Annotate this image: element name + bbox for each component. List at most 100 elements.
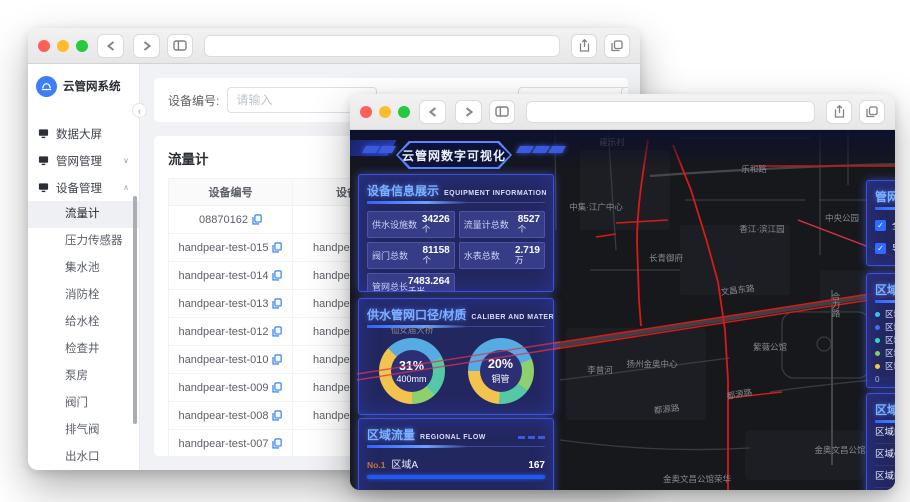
sidebar-submenu-item[interactable]: 压力传感器	[28, 228, 139, 255]
regional-peak-panel: 区域峰值 区域A 区域B	[866, 273, 895, 388]
sidebar-submenu-item[interactable]: 泵房	[28, 363, 139, 390]
submenu-item-label: 集水池	[65, 262, 100, 274]
submenu-item-label: 流量计	[65, 208, 100, 220]
address-bar[interactable]	[526, 100, 815, 123]
panel-title-en: EQUIPMENT INFORMATION	[444, 190, 547, 197]
legend-dot	[875, 363, 880, 369]
stat-label: 水表总数	[463, 251, 500, 261]
share-icon	[579, 39, 589, 52]
flow-region-row[interactable]: 区域B	[875, 422, 895, 444]
map-label: 李曾河	[587, 365, 613, 375]
checkbox-label: 全选	[892, 218, 895, 232]
copy-icon[interactable]	[272, 354, 283, 365]
device-id: handpear-test-008	[178, 409, 269, 422]
sidebar-toggle-button[interactable]	[167, 33, 193, 58]
copy-icon[interactable]	[272, 270, 283, 281]
device-id: handpear-test-009	[178, 381, 269, 394]
sidebar-submenu-item[interactable]: 集水池	[28, 255, 139, 282]
panel-title-en: REGIONAL FLOW	[420, 434, 486, 441]
map-label: 扬州金奥中心	[626, 359, 678, 369]
map-label: 紫薇公馆	[753, 342, 787, 352]
desktop: 云管网系统 ‹ 数据大屏 管网管理 ∨ 设备管理 ∧ 流量计 压力传感器 集水池…	[0, 0, 910, 502]
menu-item-label: 管网管理	[56, 155, 102, 168]
panel-title: 管网图层	[875, 188, 895, 210]
zoom-window-button[interactable]	[76, 39, 88, 52]
stat-value: 34226	[421, 213, 450, 225]
stat-label: 流量计总数	[463, 220, 509, 230]
panel-title: 设备信息展示 EQUIPMENT INFORMATION	[367, 182, 547, 204]
zoom-window-button[interactable]	[398, 105, 410, 118]
col-header-device-id: 设备编号	[169, 179, 293, 205]
minimize-window-button[interactable]	[379, 105, 391, 118]
flow-rank: No.1	[367, 460, 386, 470]
gis-dashboard: 建乐村乐和路中集·江广中心中央公园香江·滨江园长青御府文昌东路合力路紫薇公馆扬州…	[350, 130, 895, 490]
sidebar-submenu-item[interactable]: 阀门	[28, 390, 139, 417]
legend-dot	[875, 350, 880, 356]
panel-title-cn: 供水管网口径/材质	[367, 308, 467, 322]
address-bar[interactable]	[204, 34, 560, 57]
copy-icon[interactable]	[272, 410, 283, 421]
legend-label: 区域B	[885, 322, 895, 332]
sidebar-submenu-item[interactable]: 流量计	[28, 201, 139, 228]
sidebar-menu-item[interactable]: 数据大屏	[28, 120, 139, 147]
checkbox-checked-icon[interactable]	[875, 242, 886, 254]
panel-title-cn: 管网图层	[875, 190, 895, 204]
device-id-label: 设备编号:	[168, 93, 220, 108]
copy-icon[interactable]	[272, 326, 283, 337]
flow-region-row[interactable]: 区域C	[875, 444, 895, 466]
sidebar-toggle-button[interactable]	[489, 99, 515, 124]
share-button[interactable]	[826, 99, 852, 124]
back-button[interactable]	[419, 99, 446, 124]
forward-button[interactable]	[133, 33, 160, 58]
copy-icon[interactable]	[272, 438, 283, 449]
panel-title: 区域流量	[875, 401, 895, 423]
tabs-button[interactable]	[859, 99, 885, 124]
share-icon	[834, 105, 844, 118]
stat-value: 7483.264	[408, 275, 450, 287]
legend-label: 区域D	[885, 348, 895, 358]
chevron-icon: ∨	[123, 156, 129, 165]
sidebar-submenu-item[interactable]: 消防栓	[28, 282, 139, 309]
close-window-button[interactable]	[38, 39, 50, 52]
dashboard-title-badge: 云管网数字可视化	[396, 141, 512, 169]
donut-chart: 31% 400mm	[378, 338, 445, 404]
peak-legend: 区域A 区域B 区域C	[875, 308, 895, 372]
chevron-icon: ∧	[123, 183, 129, 192]
minimize-window-button[interactable]	[57, 39, 69, 52]
map-label: 合力路	[831, 292, 841, 319]
stat-unit: 万	[514, 255, 524, 266]
stat-label: 管网总长	[372, 282, 409, 292]
stat-label: 供水设施数	[372, 220, 418, 230]
copy-icon[interactable]	[252, 214, 262, 225]
stat-cell: 管网总长 7483.264 千米	[367, 273, 455, 292]
legend-row: 区域E	[875, 360, 895, 372]
sidebar-collapse-button[interactable]: ‹	[132, 103, 147, 118]
share-button[interactable]	[571, 33, 597, 58]
tabs-button[interactable]	[604, 33, 630, 58]
sidebar-submenu-item[interactable]: 出水口	[28, 444, 139, 470]
chevron-right-icon	[143, 40, 151, 51]
back-button[interactable]	[97, 33, 124, 58]
close-window-button[interactable]	[360, 105, 372, 118]
sidebar-menu-item[interactable]: 管网管理 ∨	[28, 147, 139, 174]
sidebar-scrollbar[interactable]	[133, 196, 137, 424]
donut-percent: 20%	[487, 357, 514, 371]
copy-icon[interactable]	[272, 298, 283, 309]
device-id: handpear-test-007	[178, 437, 269, 450]
sidebar-submenu-item[interactable]: 排气阀	[28, 417, 139, 444]
flow-region-row[interactable]: 区域E	[875, 488, 895, 490]
donut-label: 铜管	[491, 374, 510, 384]
chevron-left-icon	[106, 40, 114, 51]
forward-button[interactable]	[455, 99, 482, 124]
copy-icon[interactable]	[272, 242, 283, 253]
layer-checkbox-row[interactable]: 全选	[875, 218, 895, 232]
checkbox-checked-icon[interactable]	[875, 219, 886, 231]
map-label: 中集·江广中心	[569, 202, 623, 212]
sidebar-menu-item[interactable]: 设备管理 ∧	[28, 174, 139, 201]
chevron-right-icon	[465, 106, 473, 117]
copy-icon[interactable]	[272, 382, 283, 393]
sidebar-submenu-item[interactable]: 给水栓	[28, 309, 139, 336]
layer-checkbox-row[interactable]: 导入	[875, 241, 895, 255]
flow-region-row[interactable]: 区域D	[875, 466, 895, 488]
sidebar-submenu-item[interactable]: 检查井	[28, 336, 139, 363]
